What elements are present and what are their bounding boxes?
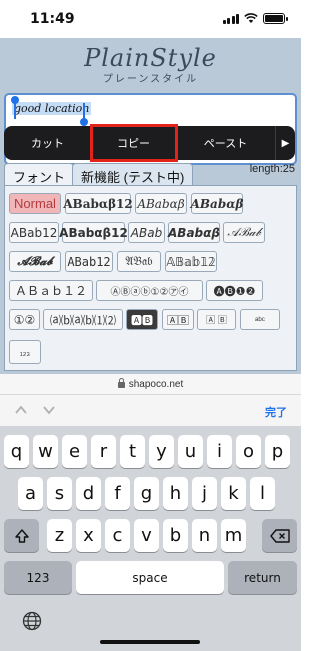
font-btn-sans-bold[interactable]: 𝗔𝗕𝗮𝗯𝝰𝝱𝟭𝟮 (59, 222, 128, 243)
font-btn-fraktur[interactable]: 𝔄𝔅𝔞𝔟 (117, 251, 161, 272)
cellular-signal-icon (222, 13, 239, 24)
length-counter: length:25 (249, 163, 295, 175)
backspace-key[interactable] (262, 519, 297, 552)
status-icons (222, 13, 288, 24)
lock-icon (117, 378, 125, 388)
key-l[interactable]: l (250, 477, 275, 510)
key-t[interactable]: t (120, 435, 145, 468)
key-q[interactable]: q (4, 435, 29, 468)
logo-sub: プレーンスタイル (102, 74, 199, 85)
url-bar[interactable]: shapoco.net (0, 374, 301, 394)
key-h[interactable]: h (163, 477, 188, 510)
url-domain: shapoco.net (128, 378, 184, 390)
key-r[interactable]: r (91, 435, 116, 468)
key-i[interactable]: i (207, 435, 232, 468)
more-options-button[interactable]: ▶ (276, 126, 295, 160)
cut-button[interactable]: カット (4, 126, 92, 160)
font-btn-serif-italic[interactable]: 𝐴𝐵𝑎𝑏𝛼𝛽 (135, 193, 187, 214)
keyboard-accessory-bar: 完了 (0, 394, 301, 426)
key-b[interactable]: b (163, 519, 188, 552)
tab-font[interactable]: フォント (4, 163, 75, 185)
key-e[interactable]: e (62, 435, 87, 468)
key-n[interactable]: n (192, 519, 217, 552)
status-bar: 11:49 (0, 0, 301, 38)
selection-start-handle[interactable] (11, 96, 19, 119)
key-j[interactable]: j (192, 477, 217, 510)
globe-icon[interactable] (22, 611, 42, 631)
font-btn-negative-circled[interactable]: 🅐🅑❶❷ (206, 280, 263, 301)
key-v[interactable]: v (134, 519, 159, 552)
numbers-key[interactable]: 123 (4, 561, 72, 594)
paste-button[interactable]: ペースト (176, 126, 276, 160)
key-w[interactable]: w (33, 435, 58, 468)
font-btn-normal[interactable]: Normal (9, 193, 61, 214)
key-s[interactable]: s (47, 477, 72, 510)
triangle-right-icon: ▶ (281, 137, 290, 149)
key-x[interactable]: x (76, 519, 101, 552)
font-btn-script-bold[interactable]: 𝓐𝓑𝓪𝓫 (9, 251, 61, 272)
key-z[interactable]: z (47, 519, 72, 552)
font-btn-squared[interactable]: 🄰🄱 (162, 309, 194, 330)
backspace-icon (269, 528, 290, 543)
key-g[interactable]: g (134, 477, 159, 510)
font-btn-monospace[interactable]: 𝙰𝙱𝚊𝚋𝟷𝟸 (65, 251, 113, 272)
done-button[interactable]: 完了 (265, 404, 287, 420)
logo-main: PlainStyle (84, 44, 217, 72)
font-btn-squared-spaced[interactable]: 🄰 🄱 (197, 309, 236, 330)
wifi-icon (244, 13, 258, 23)
chevron-up-icon[interactable] (14, 403, 28, 417)
return-key[interactable]: return (228, 561, 297, 594)
font-btn-superscript[interactable]: ᵃᵇᶜ (240, 309, 280, 330)
status-time: 11:49 (30, 11, 75, 27)
font-btn-script[interactable]: 𝒜ℬ𝒶𝒷 (223, 222, 265, 243)
font-btn-fullwidth[interactable]: ＡＢａｂ１２ (9, 280, 93, 301)
font-btn-serif-bold[interactable]: 𝐀𝐁𝐚𝐛𝛂𝛃𝟏𝟐 (63, 193, 133, 214)
space-key[interactable]: space (76, 561, 224, 594)
web-page: PlainStyle プレーンスタイル good location カット コピ… (0, 38, 301, 374)
font-btn-negative-squared[interactable]: 🅰🅱 (126, 309, 158, 330)
key-d[interactable]: d (76, 477, 101, 510)
selected-text[interactable]: good location (12, 102, 92, 115)
chevron-down-icon[interactable] (42, 403, 56, 417)
font-btn-circled[interactable]: ⒶⒷⓐⓑ①②㋐㋑ (96, 280, 203, 301)
key-f[interactable]: f (105, 477, 130, 510)
font-btn-sans[interactable]: 𝖠𝖡𝖺𝖻𝟣𝟤 (9, 222, 59, 243)
key-o[interactable]: o (236, 435, 261, 468)
key-y[interactable]: y (149, 435, 174, 468)
shift-key[interactable] (4, 519, 39, 552)
font-btn-subscript[interactable]: ₁₂₃ (9, 340, 41, 364)
keyboard: q w e r t y u i o p a s d f g h j k l z … (0, 426, 301, 651)
tab-bar: フォント 新機能 (テスト中) length:25 (4, 163, 299, 185)
battery-icon (263, 13, 288, 24)
site-logo: PlainStyle プレーンスタイル (0, 44, 301, 85)
key-p[interactable]: p (265, 435, 290, 468)
key-c[interactable]: c (105, 519, 130, 552)
key-k[interactable]: k (221, 477, 246, 510)
copy-button[interactable]: コピー (90, 124, 178, 162)
edit-context-menu: カット コピー ペースト ▶ (4, 124, 295, 162)
font-btn-serif-bold-italic[interactable]: 𝑨𝑩𝒂𝒃𝜶𝜷 (191, 193, 243, 214)
font-btn-sans-italic[interactable]: 𝘈𝘉𝘢𝘣 (128, 222, 165, 243)
font-btn-parenthesized[interactable]: ⒜⒝⒜⒝⑴⑵ (43, 309, 123, 330)
shift-icon (14, 528, 29, 543)
font-btn-sans-bold-italic[interactable]: 𝘼𝘽𝙖𝙗𝞪𝞫 (168, 222, 220, 243)
font-style-panel: Normal 𝐀𝐁𝐚𝐛𝛂𝛃𝟏𝟐 𝐴𝐵𝑎𝑏𝛼𝛽 𝑨𝑩𝒂𝒃𝜶𝜷 𝖠𝖡𝖺𝖻𝟣𝟤 𝗔𝗕𝗮… (4, 185, 297, 371)
key-m[interactable]: m (221, 519, 246, 552)
home-indicator[interactable] (100, 640, 200, 644)
font-btn-double-struck[interactable]: 𝔸𝔹𝕒𝕓𝟙𝟚 (165, 251, 217, 272)
key-u[interactable]: u (178, 435, 203, 468)
font-btn-circled-numbers[interactable]: ①② (9, 309, 40, 330)
tab-new-features[interactable]: 新機能 (テスト中) (72, 163, 194, 185)
selection-end-handle[interactable] (80, 103, 88, 126)
key-a[interactable]: a (18, 477, 43, 510)
